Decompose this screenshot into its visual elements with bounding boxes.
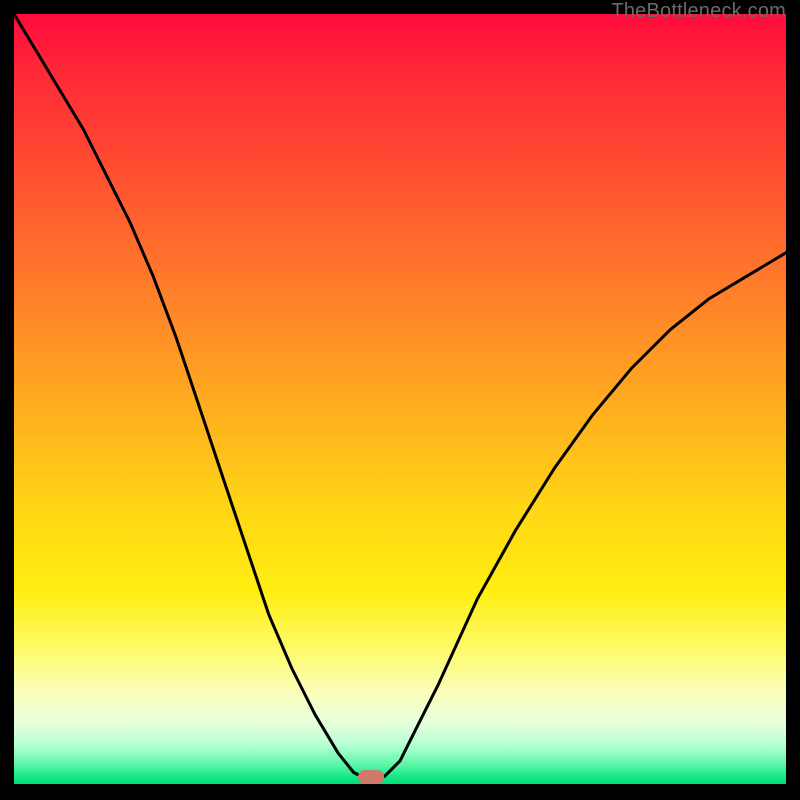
plot-area — [14, 14, 786, 784]
watermark-text: TheBottleneck.com — [611, 0, 786, 23]
bottleneck-curve — [14, 14, 786, 784]
minimum-marker — [358, 770, 384, 784]
chart-stage: TheBottleneck.com — [0, 0, 800, 800]
